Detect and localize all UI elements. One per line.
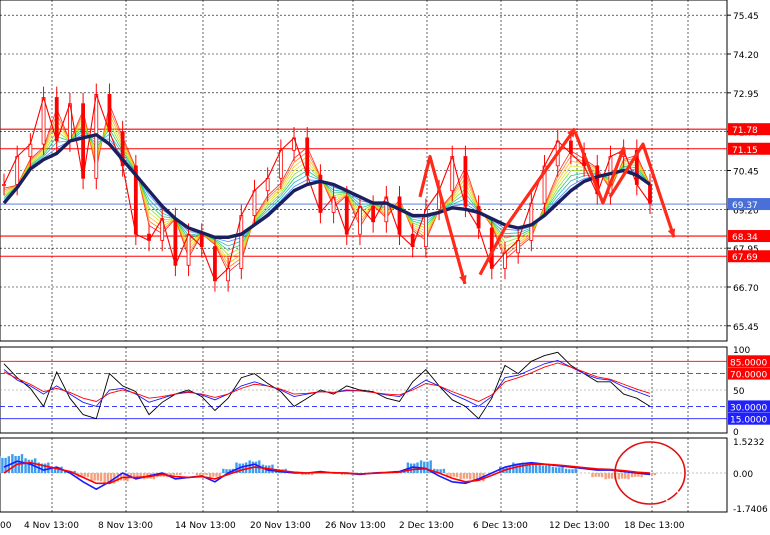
- x-tick-label: 2 Dec 13:00: [399, 521, 454, 531]
- candle-body: [15, 156, 20, 185]
- macd-tick-label: 1.5232: [733, 438, 765, 448]
- candle-body: [344, 196, 349, 235]
- candle-body: [305, 137, 310, 176]
- x-tick-label: 4 Nov 13:00: [24, 521, 79, 531]
- candle-body: [173, 218, 178, 266]
- chart: 00 4 Nov 13:00 8 Nov 13:00 14 Nov 13:00 20 N…: [0, 0, 770, 531]
- candle-body: [28, 143, 33, 157]
- candle-body: [239, 215, 244, 269]
- level-price-tag-text: 68.34: [732, 233, 758, 243]
- candle-body: [226, 267, 231, 282]
- candle-body: [516, 239, 521, 254]
- x-tick-label: 20 Nov 13:00: [250, 521, 311, 531]
- y-tick-label: 66.70: [733, 284, 759, 294]
- macd-tick-label: -1.7406: [733, 505, 768, 515]
- x-tick-label: 14 Nov 13:00: [175, 521, 236, 531]
- candle-body: [252, 190, 257, 216]
- candle-body: [54, 97, 59, 142]
- candle-body: [213, 246, 217, 282]
- y-tick-label: 65.45: [733, 323, 759, 333]
- candle-body: [503, 252, 507, 269]
- x-tick-label: 8 Nov 13:00: [98, 521, 153, 531]
- osc-level-tag-text: 70.0000: [730, 371, 767, 381]
- candle-body: [358, 205, 362, 235]
- candle-body: [41, 97, 46, 145]
- macd-tick-label: 0.00: [733, 470, 753, 480]
- y-tick-label: 70.45: [733, 168, 759, 178]
- candle-body: [568, 140, 573, 154]
- candle-body: [463, 156, 468, 207]
- osc-tick-label: 0: [733, 428, 739, 438]
- candle-body: [476, 205, 481, 229]
- osc-level-tag-text: 30.0000: [730, 403, 767, 413]
- x-tick-label: 00: [0, 521, 12, 531]
- candle-body: [648, 184, 652, 204]
- candle-body: [199, 233, 204, 248]
- osc-tick-label: 50: [733, 387, 745, 397]
- level-price-tag-text: 69.37: [732, 201, 758, 211]
- candle-body: [186, 233, 191, 266]
- candle-body: [265, 177, 270, 192]
- level-price-tag-text: 71.78: [732, 126, 758, 136]
- candle-body: [278, 149, 283, 179]
- candle-body: [397, 196, 402, 235]
- candle-body: [107, 93, 112, 133]
- osc-tick-label: 100: [733, 346, 750, 356]
- y-tick-label: 75.45: [733, 12, 759, 22]
- level-price-tag-text: 67.69: [732, 253, 758, 263]
- x-tick-label: 26 Nov 13:00: [325, 521, 386, 531]
- y-tick-label: 72.95: [733, 90, 759, 100]
- osc-level-tag-text: 85.0000: [730, 358, 767, 368]
- y-tick-label: 74.20: [733, 51, 759, 61]
- candle-body: [529, 202, 534, 241]
- candle-body: [2, 184, 6, 186]
- x-tick-label: 12 Dec 13:00: [549, 521, 610, 531]
- osc-level-tag-text: 15.0000: [730, 416, 767, 426]
- x-tick-label: 18 Dec 13:00: [624, 521, 685, 531]
- level-price-tag-text: 71.15: [732, 146, 758, 156]
- x-tick-label: 6 Dec 13:00: [473, 521, 528, 531]
- candle-body: [81, 103, 86, 179]
- watermark-text: ©TMGM: [684, 491, 737, 506]
